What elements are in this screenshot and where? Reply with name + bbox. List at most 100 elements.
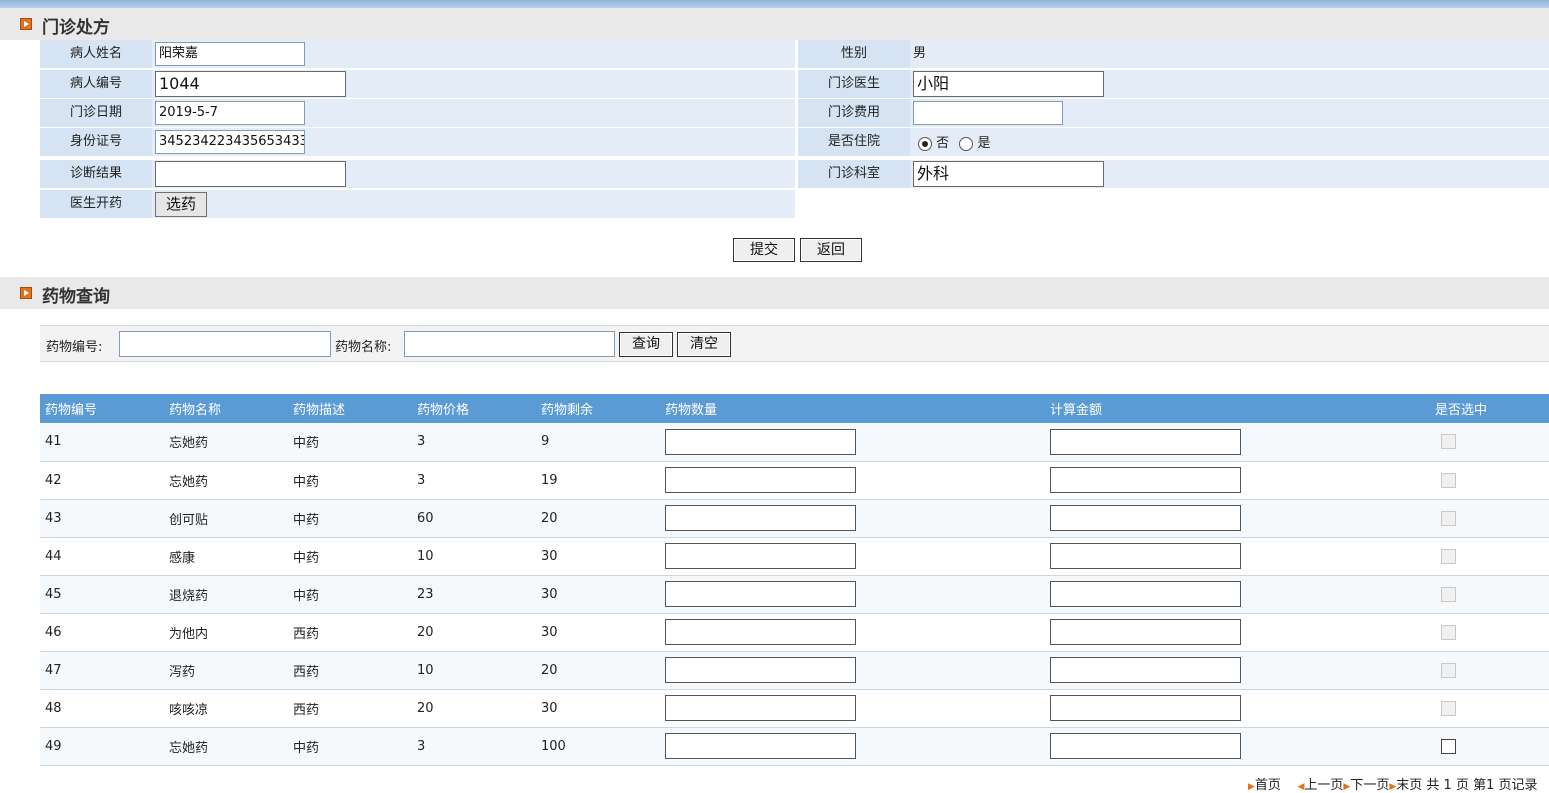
drug-name-search-input[interactable] [404, 331, 615, 357]
drug-name-cell: 忘她药 [164, 423, 288, 462]
next-page-link[interactable]: 下一页 [1350, 778, 1389, 793]
visit-date-input[interactable]: 2019-5-7 [155, 101, 305, 125]
patient-name-label: 病人姓名 [40, 40, 152, 68]
patient-id-input[interactable]: 1044 [155, 71, 346, 97]
drug-stock-cell: 30 [536, 537, 660, 576]
form-row-right: 门诊科室 外科 [798, 160, 1549, 188]
quantity-input[interactable] [665, 657, 856, 683]
department-label: 门诊科室 [798, 160, 910, 188]
drug-name-cell: 咳咳凉 [164, 689, 288, 728]
amount-cell [1045, 727, 1430, 766]
drug-id-cell: 44 [40, 537, 164, 576]
form-row-right: 性别 男 [798, 40, 1549, 68]
select-checkbox [1441, 434, 1456, 450]
drug-price-cell: 20 [412, 689, 536, 728]
clear-button[interactable]: 清空 [677, 332, 731, 357]
quantity-input[interactable] [665, 581, 856, 607]
hospitalized-yes-label: 是 [977, 136, 991, 151]
last-page-link[interactable]: 末页 [1396, 778, 1422, 793]
select-drug-button[interactable]: 选药 [155, 192, 207, 217]
drug-id-search-input[interactable] [119, 331, 331, 357]
table-row: 44 感康 中药 10 30 [40, 537, 1549, 576]
quantity-input[interactable] [665, 695, 856, 721]
table-header-row: 药物编号 药物名称 药物描述 药物价格 药物剩余 药物数量 计算金额 是否选中 [40, 394, 1549, 423]
column-header: 药物数量 [660, 394, 1045, 423]
drug-name-cell: 为他内 [164, 613, 288, 652]
drug-desc-cell: 中药 [288, 499, 412, 538]
amount-input[interactable] [1050, 543, 1241, 569]
drug-stock-cell: 9 [536, 423, 660, 462]
drug-name-cell: 感康 [164, 537, 288, 576]
amount-input[interactable] [1050, 733, 1241, 759]
selected-cell [1430, 423, 1549, 462]
quantity-input[interactable] [665, 467, 856, 493]
drug-desc-cell: 中药 [288, 575, 412, 614]
drug-desc-cell: 中药 [288, 537, 412, 576]
form-row-right: 是否住院 否 是 [798, 128, 1549, 156]
id-card-label: 身份证号 [40, 128, 152, 156]
form-row-left: 诊断结果 [40, 160, 795, 188]
quantity-input[interactable] [665, 619, 856, 645]
drug-stock-cell: 30 [536, 613, 660, 652]
selected-cell [1430, 575, 1549, 614]
quantity-input[interactable] [665, 543, 856, 569]
submit-button[interactable]: 提交 [733, 238, 795, 262]
fee-label: 门诊费用 [798, 99, 910, 127]
quantity-input[interactable] [665, 505, 856, 531]
query-button[interactable]: 查询 [619, 332, 673, 357]
first-page-link[interactable]: 首页 [1255, 778, 1281, 793]
doctor-input[interactable]: 小阳 [913, 71, 1104, 97]
amount-input[interactable] [1050, 581, 1241, 607]
drug-desc-cell: 中药 [288, 423, 412, 462]
top-bar [0, 0, 1549, 8]
quantity-cell [660, 423, 1045, 462]
amount-input[interactable] [1050, 657, 1241, 683]
hospitalized-yes-radio[interactable] [959, 136, 974, 151]
quantity-cell [660, 499, 1045, 538]
patient-name-input[interactable]: 阳荣嘉 [155, 42, 305, 66]
amount-input[interactable] [1050, 467, 1241, 493]
select-checkbox [1441, 662, 1456, 678]
select-checkbox[interactable] [1441, 738, 1456, 754]
amount-cell [1045, 689, 1430, 728]
selected-cell [1430, 499, 1549, 538]
quantity-cell [660, 651, 1045, 690]
quantity-input[interactable] [665, 733, 856, 759]
selected-cell [1430, 651, 1549, 690]
prescription-section-header: 门诊处方 [0, 8, 1549, 40]
select-checkbox [1441, 548, 1456, 564]
section-arrow-icon [20, 287, 32, 299]
drug-id-search-label: 药物编号: [46, 340, 103, 355]
drug-query-section-header: 药物查询 [0, 277, 1549, 309]
drug-desc-cell: 西药 [288, 689, 412, 728]
table-row: 46 为他内 西药 20 30 [40, 613, 1549, 652]
department-input[interactable]: 外科 [913, 161, 1104, 187]
diagnosis-input[interactable] [155, 161, 346, 187]
select-checkbox [1441, 472, 1456, 488]
drug-price-cell: 60 [412, 499, 536, 538]
drug-table: 药物编号 药物名称 药物描述 药物价格 药物剩余 药物数量 计算金额 是否选中 … [40, 394, 1549, 766]
amount-cell [1045, 613, 1430, 652]
hospitalized-no-label: 否 [936, 136, 950, 151]
drug-search-bar: 药物编号: 药物名称: 查询 清空 [40, 325, 1549, 362]
drug-desc-cell: 西药 [288, 651, 412, 690]
amount-input[interactable] [1050, 428, 1241, 455]
amount-input[interactable] [1050, 619, 1241, 645]
back-button[interactable]: 返回 [800, 238, 862, 262]
amount-input[interactable] [1050, 695, 1241, 721]
drug-desc-cell: 中药 [288, 461, 412, 500]
amount-input[interactable] [1050, 505, 1241, 531]
quantity-cell [660, 727, 1045, 766]
fee-input[interactable] [913, 101, 1063, 125]
drug-name-cell: 忘她药 [164, 461, 288, 500]
section-arrow-icon [20, 18, 32, 30]
table-row: 49 忘她药 中药 3 100 [40, 727, 1549, 766]
form-row-left: 身份证号 345234223435653433 [40, 128, 795, 156]
quantity-cell [660, 575, 1045, 614]
hospitalized-no-radio[interactable] [918, 136, 932, 151]
id-card-input[interactable]: 345234223435653433 [155, 130, 305, 154]
quantity-input[interactable] [665, 428, 856, 455]
prev-page-link[interactable]: 上一页 [1304, 778, 1343, 793]
column-header: 药物名称 [164, 394, 288, 423]
drug-stock-cell: 20 [536, 651, 660, 690]
